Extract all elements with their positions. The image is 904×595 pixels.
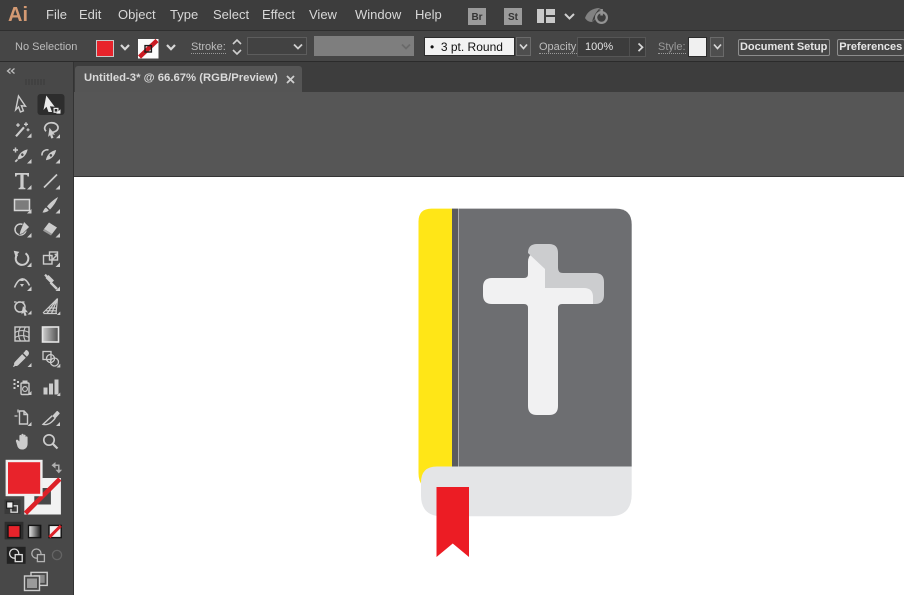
svg-text:St: St (508, 12, 519, 23)
svg-text:Br: Br (471, 12, 482, 23)
